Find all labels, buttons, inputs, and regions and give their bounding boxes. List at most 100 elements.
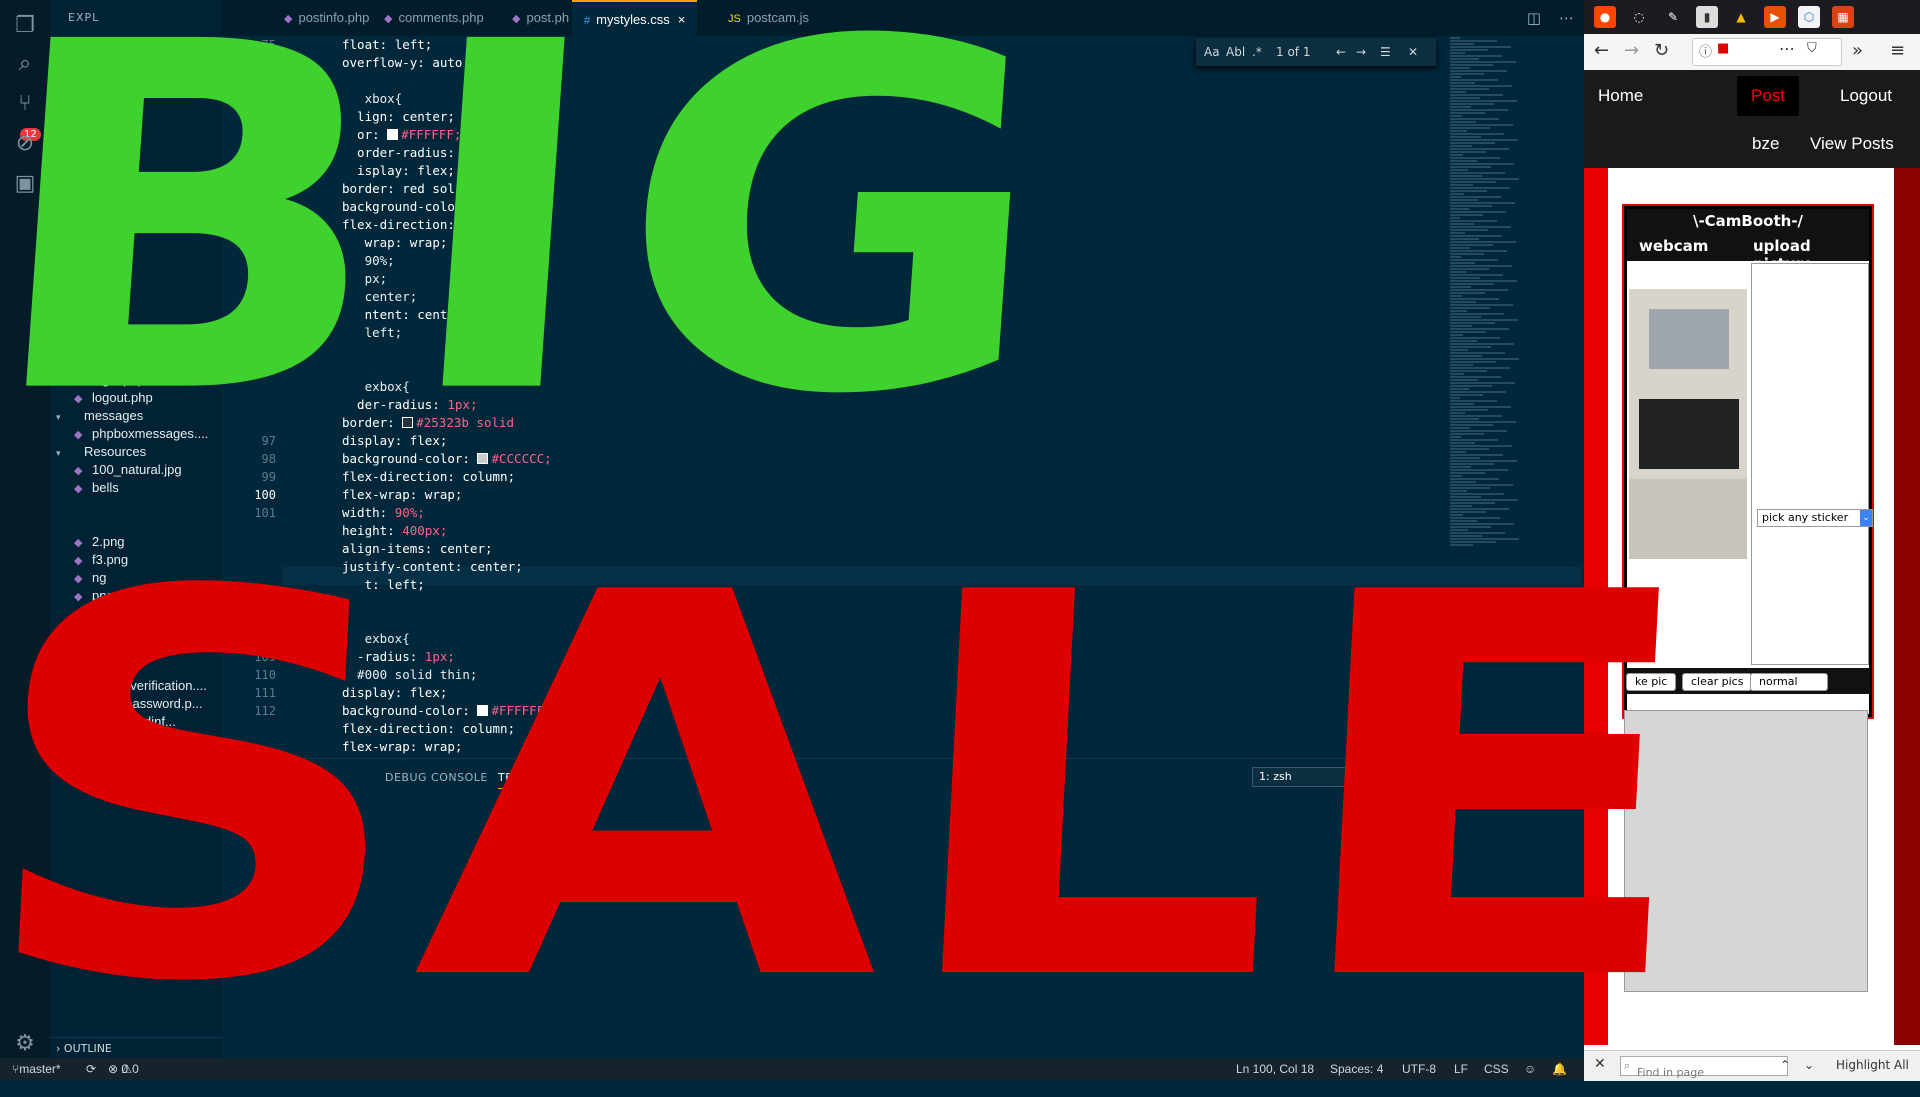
regex-toggle[interactable]: .*	[1252, 38, 1262, 66]
tree-item[interactable]: ◆ login.php	[64, 370, 145, 390]
tab-terminal[interactable]: TERMINAL	[498, 771, 558, 789]
tree-item[interactable]: ◆ user	[64, 82, 117, 102]
tree-item[interactable]: ◆ .php ...	[64, 64, 132, 84]
code-editor[interactable]: 75 76 77 78 79 87 88 89 90 91 97 98 99 100 101 106 107 10…	[222, 36, 1584, 756]
tree-item[interactable]: ◆ ze.php	[64, 280, 131, 300]
tree-item[interactable]: ▾ Resources	[56, 442, 146, 462]
active-tab-icon[interactable]: ⬡	[1798, 6, 1820, 28]
tree-item[interactable]: ◆ email_verification....	[64, 676, 207, 696]
tab-postcam-js[interactable]: JS postcam.js	[716, 0, 821, 36]
tree-item[interactable]: ◆ cs... M	[64, 100, 116, 120]
trash-icon[interactable]: 🗑	[1480, 765, 1499, 783]
find-next-icon[interactable]: ⌄	[1804, 1058, 1814, 1072]
tree-item[interactable]: ◆ tpasswordinf...	[64, 712, 176, 732]
nav-user[interactable]: bze	[1752, 134, 1779, 154]
tree-item[interactable]: ◆ logout.php	[64, 388, 153, 408]
clear-pics-button[interactable]: clear pics	[1682, 673, 1753, 691]
whole-word-toggle[interactable]: Abl	[1226, 38, 1245, 66]
sticker-select[interactable]: pick any sticker ⌄	[1757, 509, 1873, 527]
branch-indicator[interactable]: ⑂ master*	[12, 1058, 61, 1080]
close-icon[interactable]: ✕	[1594, 1056, 1606, 1072]
tree-item[interactable]: ◆ les.css M	[64, 244, 132, 264]
feedback-icon[interactable]: ☺	[1524, 1058, 1536, 1080]
color-swatch[interactable]	[402, 417, 414, 428]
tab-icon[interactable]: ✎	[1662, 6, 1684, 28]
drive-tab-icon[interactable]: ▲	[1730, 6, 1752, 28]
bell-icon[interactable]: 🔔	[1552, 1058, 1567, 1080]
nav-view-posts[interactable]: View Posts	[1810, 134, 1894, 154]
search-icon[interactable]: ⌕	[11, 50, 39, 78]
sync-icon[interactable]: ⟳	[86, 1058, 96, 1080]
tree-item[interactable]: ◆ 100_natural.jpg	[64, 460, 182, 480]
menu-icon[interactable]: ≡	[1890, 40, 1905, 61]
prev-match-icon[interactable]: ←	[1336, 38, 1346, 66]
close-icon[interactable]: ×	[678, 12, 686, 27]
outline-section[interactable]: › OUTLINE	[50, 1037, 228, 1060]
camera-permission-icon[interactable]: ■	[1717, 41, 1729, 56]
add-terminal-icon[interactable]: +	[1417, 765, 1430, 783]
color-swatch[interactable]	[387, 129, 399, 140]
problems-indicator[interactable]: ⊗ 0 ⚠ 0	[108, 1058, 139, 1080]
tab-icon[interactable]: ◌	[1628, 6, 1650, 28]
nav-post[interactable]: Post	[1737, 76, 1800, 116]
color-swatch[interactable]	[477, 453, 489, 464]
reader-tab-icon[interactable]: ▮	[1696, 6, 1718, 28]
tree-item[interactable]: ◆ s	[64, 262, 99, 282]
cursor-position[interactable]: Ln 100, Col 18	[1236, 1058, 1314, 1080]
terminal-select[interactable]: 1: zsh	[1252, 767, 1410, 787]
tree-item[interactable]: ◆ asswordinf...	[64, 748, 165, 768]
split-editor-icon[interactable]: ◫	[1527, 9, 1541, 27]
color-swatch[interactable]	[477, 201, 489, 212]
extensions-icon[interactable]: ▣	[11, 170, 39, 198]
color-swatch[interactable]	[477, 705, 489, 716]
next-match-icon[interactable]: →	[1356, 38, 1366, 66]
tree-item[interactable]: ▾ signup	[56, 658, 122, 678]
tab-comments-php[interactable]: ◆ comments.php	[372, 0, 496, 36]
tree-item[interactable]: ▾ messages	[56, 406, 143, 426]
debug-icon[interactable]: ⊘	[11, 130, 39, 158]
tree-item[interactable]: ◆ ification.p...	[64, 766, 158, 786]
encoding[interactable]: UTF-8	[1402, 1058, 1436, 1080]
page-actions-icon[interactable]: ⋯	[1779, 39, 1795, 58]
tree-item[interactable]: ◆ password.php	[64, 730, 173, 750]
nav-home[interactable]: Home	[1598, 86, 1643, 106]
more-actions-icon[interactable]: ⋯	[1559, 9, 1574, 27]
code-content[interactable]: float: left; overflow-y: auto; xbox{ lign…	[342, 36, 552, 756]
close-find-icon[interactable]: ✕	[1408, 38, 1418, 66]
pocket-icon[interactable]: ⛉	[1807, 41, 1817, 56]
info-icon[interactable]: ⓘ	[1699, 41, 1712, 60]
minimap[interactable]	[1450, 36, 1540, 716]
tree-item[interactable]: ◆ ng	[64, 568, 106, 588]
gear-icon[interactable]: ⚙	[11, 1030, 39, 1058]
tree-item[interactable]: ◆ png	[64, 586, 114, 606]
files-icon[interactable]: ❐	[11, 12, 39, 40]
highlight-all-toggle[interactable]: Highlight All	[1836, 1058, 1909, 1072]
find-in-selection-icon[interactable]: ☰	[1380, 38, 1391, 66]
forward-icon[interactable]: →	[1624, 40, 1639, 61]
reload-icon[interactable]: ↻	[1654, 40, 1669, 61]
tab-debug-console[interactable]: DEBUG CONSOLE	[385, 771, 488, 784]
tree-item[interactable]: ◆ phpboxmessages....	[64, 424, 208, 444]
reddit-tab-icon[interactable]: ●	[1594, 6, 1616, 28]
find-in-page-input[interactable]: ⌕ Find in page	[1620, 1056, 1788, 1079]
match-case-toggle[interactable]: Aa	[1204, 38, 1220, 66]
tab-icon[interactable]: ▦	[1832, 6, 1854, 28]
tree-item[interactable]: ◆ bells	[64, 478, 119, 498]
tab-post-ph[interactable]: ◆ post.ph	[500, 0, 581, 36]
tree-item[interactable]: ◆ forgotpassword.p...	[64, 694, 203, 714]
tree-item[interactable]: ◆ 2.png	[64, 532, 125, 552]
tree-item[interactable]: ◆ f3.png	[64, 550, 128, 570]
tab-postinfo-php[interactable]: ◆ postinfo.php	[272, 0, 381, 36]
back-icon[interactable]: ←	[1594, 40, 1609, 61]
upload-area[interactable]	[1751, 263, 1869, 665]
filter-select[interactable]: normal	[1750, 673, 1828, 691]
find-prev-icon[interactable]: ⌃	[1780, 1058, 1790, 1072]
url-bar[interactable]: ⓘ ■ ⋯ ⛉	[1692, 38, 1842, 66]
language-mode[interactable]: CSS	[1484, 1058, 1509, 1080]
source-control-icon[interactable]: ⑂	[11, 90, 39, 118]
take-pic-button[interactable]: ke pic	[1626, 673, 1677, 691]
tree-item[interactable]: ◆ .js	[64, 118, 105, 138]
indentation[interactable]: Spaces: 4	[1330, 1058, 1383, 1080]
line-ending[interactable]: LF	[1454, 1058, 1468, 1080]
split-terminal-icon[interactable]: ◫	[1448, 765, 1462, 783]
